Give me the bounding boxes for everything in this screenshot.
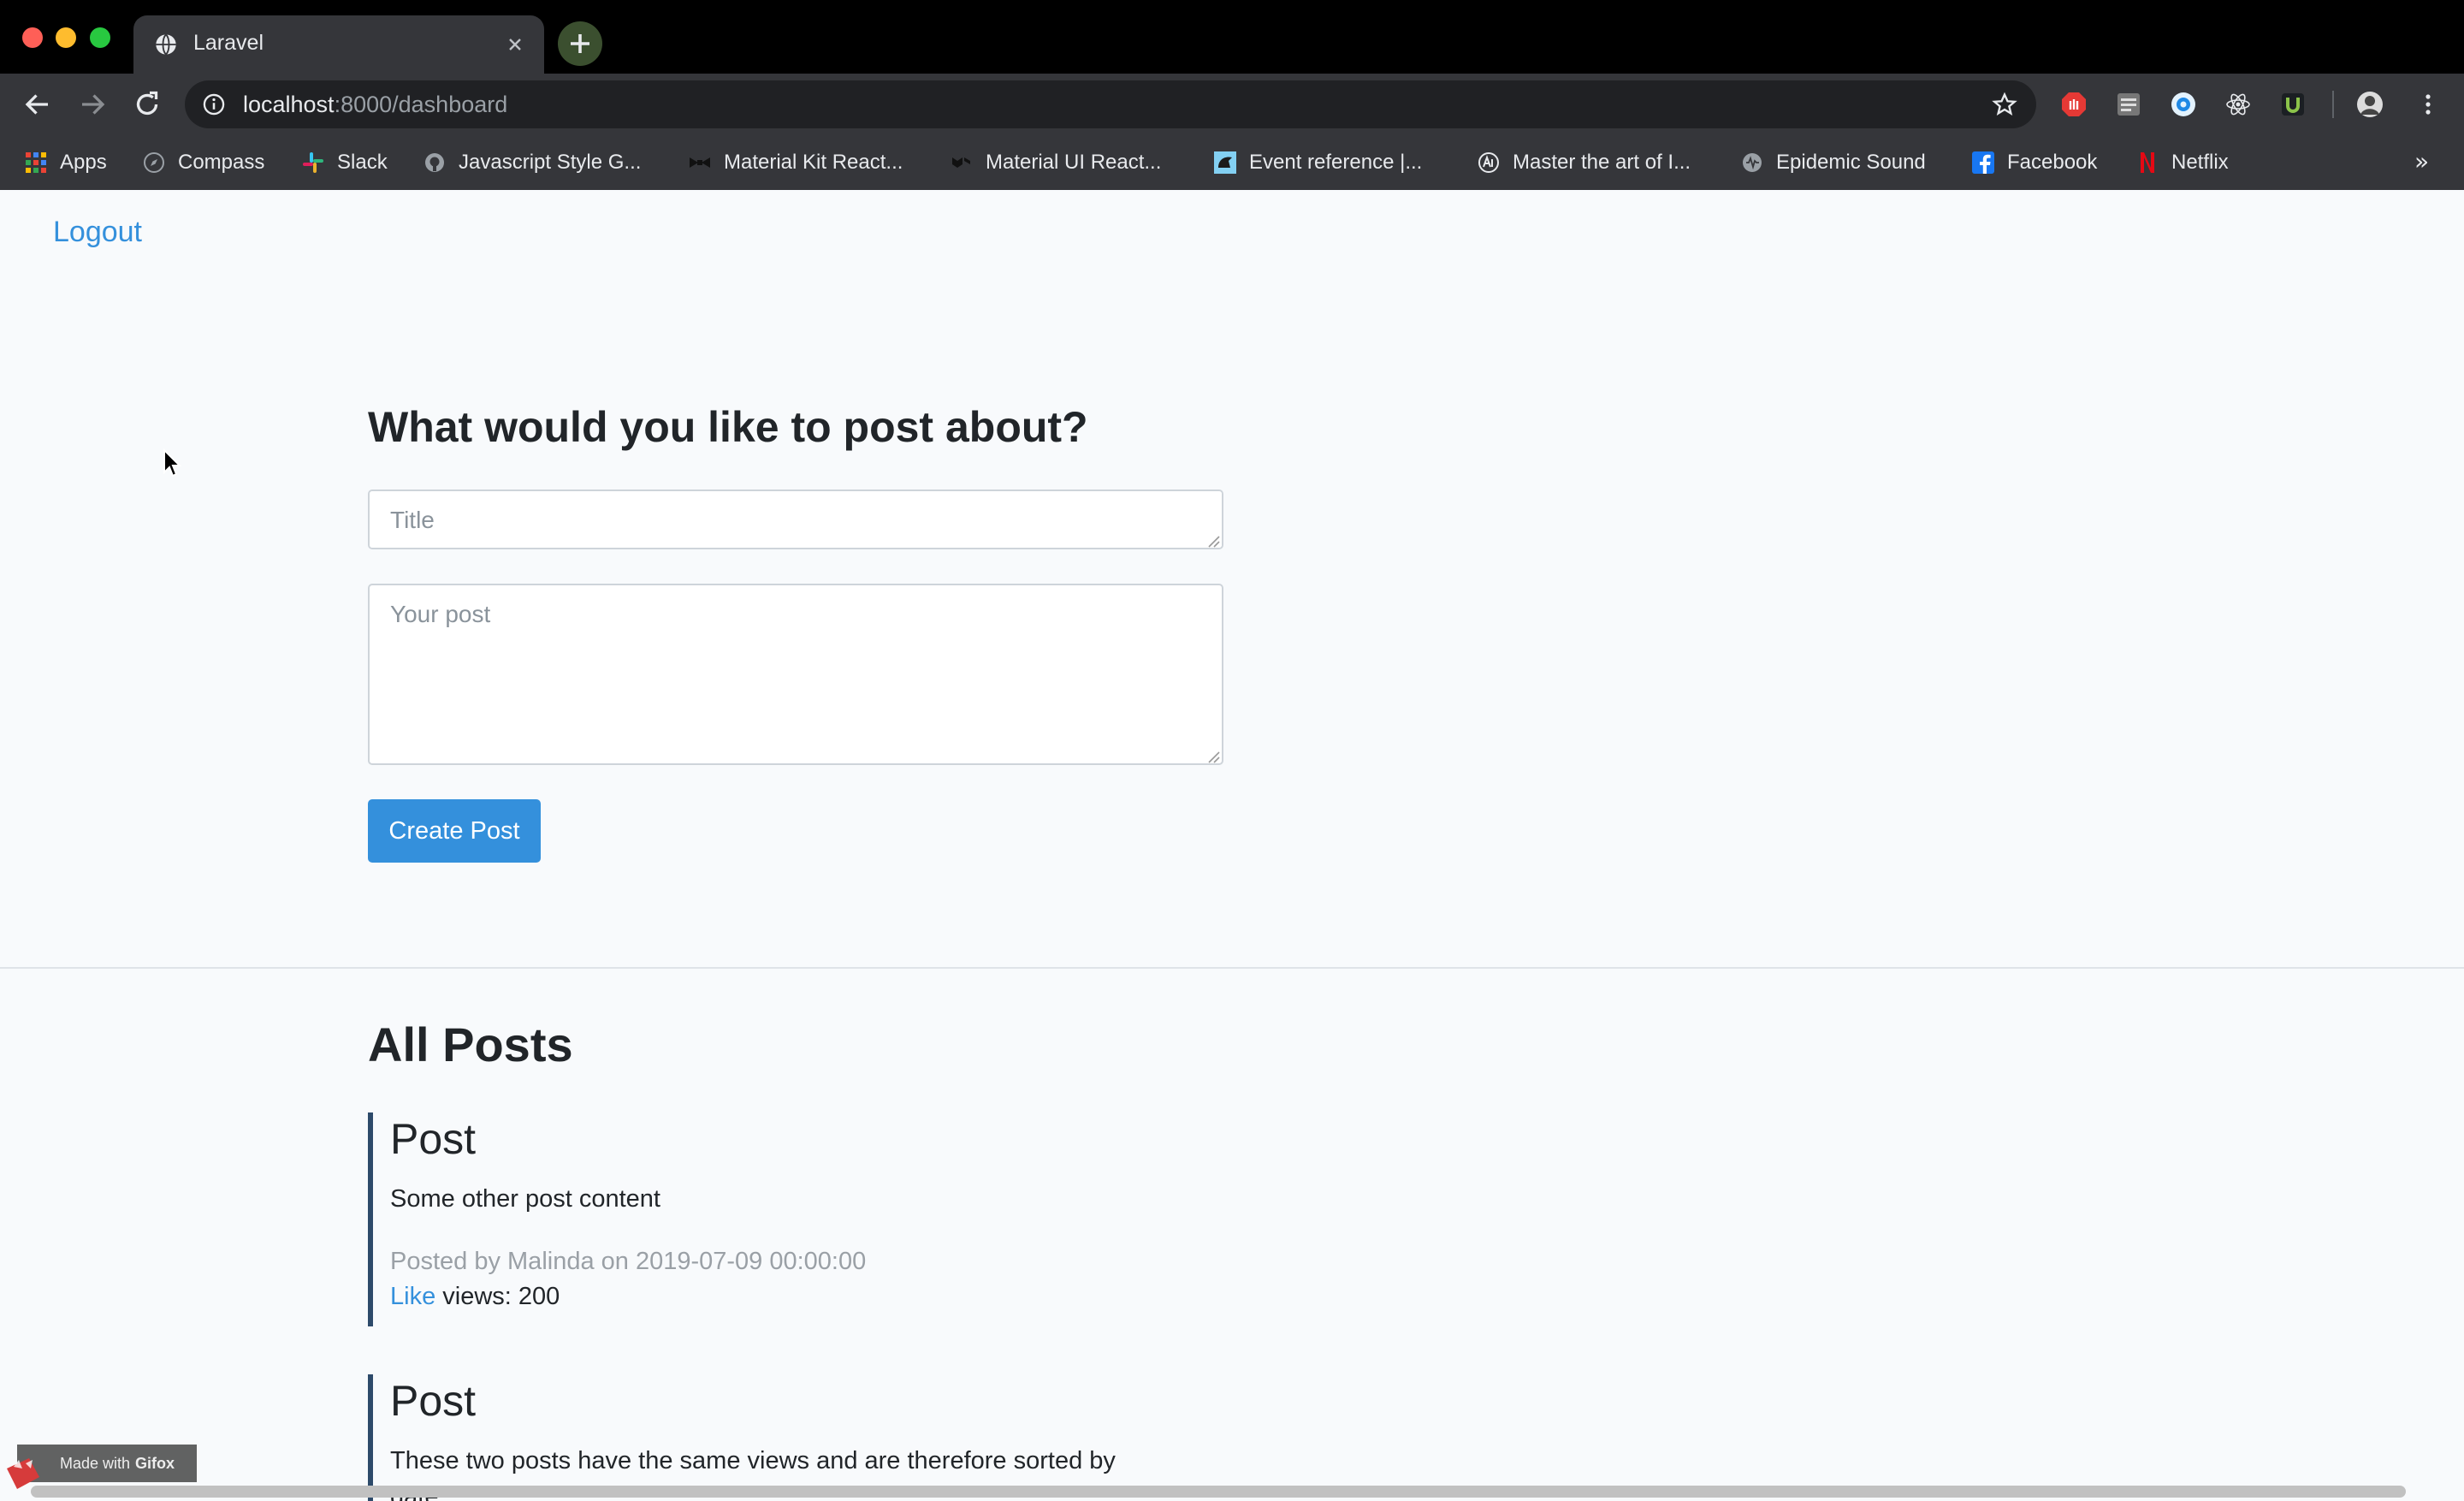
bookmark-javascript-style[interactable]: Javascript Style G... [423,147,641,178]
post-title: Post [390,1115,477,1163]
bookmark-slack[interactable]: Slack [301,147,388,178]
compass-icon [144,152,164,173]
bookmark-label: Netflix [2171,151,2229,174]
more-bookmarks-chevron-icon[interactable]: » [2414,147,2429,175]
gifox-brand: Gifox [135,1454,175,1472]
bookmark-label: Apps [60,151,107,174]
bookmark-compass[interactable]: Compass [142,147,264,178]
reload-icon[interactable] [132,89,163,120]
adblock-extension-icon[interactable] [2060,91,2088,118]
maximize-window-button[interactable] [90,27,110,48]
slack-icon [303,152,323,173]
gifox-text: Made with [60,1454,131,1472]
bookmarks-bar: Apps Compass Slack Javascript Style G...… [0,135,2464,190]
bookmark-netflix[interactable]: Netflix [2135,147,2229,178]
bookmark-facebook[interactable]: Facebook [1971,147,2097,178]
logout-link[interactable]: Logout [53,216,142,249]
post-title: Post [390,1377,477,1425]
close-window-button[interactable] [22,27,43,48]
bookmark-material-ui-react[interactable]: Material UI React... [950,147,1161,178]
post-item: Post Some other post content Posted by M… [368,1112,1309,1326]
site-info-icon[interactable] [202,92,226,116]
bookmark-label: Master the art of I... [1513,151,1691,174]
netflix-icon [2141,152,2154,173]
github-icon [425,153,444,172]
onetab-extension-icon[interactable] [2170,91,2197,118]
close-tab-icon[interactable] [505,34,525,55]
bookmark-label: Slack [337,151,388,174]
bookmark-apps[interactable]: Apps [24,147,107,178]
resize-grip-icon[interactable] [1206,750,1220,763]
tab-title: Laravel [193,31,264,55]
browser-tab[interactable]: Laravel [133,15,544,74]
bookmark-star-icon[interactable] [1992,92,2017,117]
post-actions: Like views: 200 [390,1283,1309,1311]
all-posts-heading: All Posts [368,1017,573,1071]
bookmark-label: Facebook [2007,151,2098,174]
post-body: Some other post content [390,1185,660,1213]
bowtie-icon [690,157,710,168]
bookmark-material-kit-react[interactable]: Material Kit React... [688,147,903,178]
horizontal-scrollbar[interactable] [31,1486,2406,1498]
mdn-icon [1214,151,1236,174]
section-divider [0,967,2464,969]
post-meta: Posted by Malinda on 2019-07-09 00:00:00 [390,1248,867,1275]
material-ui-icon [952,157,970,168]
frontend-masters-icon [1478,152,1499,173]
globe-icon [156,33,176,56]
mdn-extension-icon[interactable] [2115,91,2142,118]
mouse-cursor-icon [163,448,182,478]
bookmark-label: Compass [178,151,265,174]
react-devtools-icon[interactable] [2224,91,2252,118]
bookmark-label: Material Kit React... [724,151,903,174]
browser-toolbar: localhost:8000/dashboard [0,74,2464,135]
forward-arrow-icon[interactable] [77,89,108,120]
post-body-input[interactable] [368,584,1223,765]
bookmark-epidemic-sound[interactable]: Epidemic Sound [1740,147,1926,178]
plus-icon [571,34,589,53]
profile-avatar-icon[interactable] [2356,91,2384,118]
post-views: views: 200 [442,1283,560,1310]
toolbar-separator [2332,91,2334,118]
page-content: Logout What would you like to post about… [0,190,2464,1501]
bookmark-label: Javascript Style G... [459,151,642,174]
minimize-window-button[interactable] [56,27,76,48]
url-host: localhost [243,92,335,117]
address-bar[interactable]: localhost:8000/dashboard [185,80,2036,128]
facebook-icon [1972,151,1994,174]
bookmark-event-reference[interactable]: Event reference |... [1213,147,1422,178]
new-tab-button[interactable] [558,21,602,66]
epidemic-sound-icon [1743,153,1762,172]
url-text[interactable]: localhost:8000/dashboard [243,92,507,118]
vue-devtools-u-icon[interactable] [2279,91,2307,118]
like-link[interactable]: Like [390,1283,435,1310]
bookmark-label: Event reference |... [1249,151,1423,174]
bookmark-label: Material UI React... [986,151,1162,174]
title-input[interactable] [368,489,1223,549]
browser-tab-bar: Laravel [0,0,2464,74]
post-item: Post These two posts have the same views… [368,1374,1309,1501]
back-arrow-icon[interactable] [22,89,53,120]
apps-grid-icon [26,152,46,173]
create-post-button[interactable]: Create Post [368,799,541,863]
browser-menu-icon[interactable] [2414,91,2442,118]
bookmark-master-the-art[interactable]: Master the art of I... [1477,147,1691,178]
bookmark-label: Epidemic Sound [1776,151,1926,174]
url-path: :8000/dashboard [334,92,508,117]
resize-grip-icon[interactable] [1206,534,1220,548]
post-form-heading: What would you like to post about? [368,403,1088,451]
